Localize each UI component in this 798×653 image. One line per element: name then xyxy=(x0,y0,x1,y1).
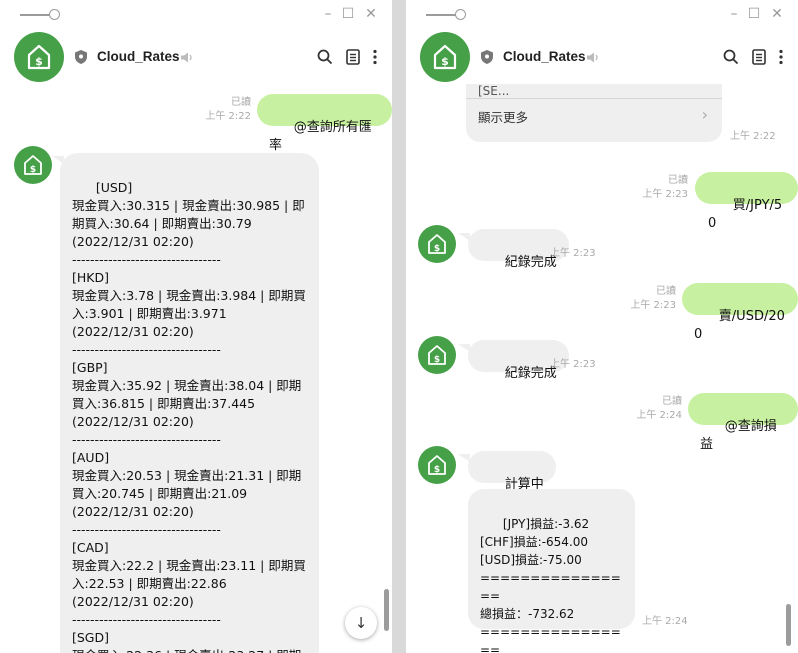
chat-title: Cloud_Rates xyxy=(97,49,180,64)
message-text: 紀錄完成 xyxy=(504,366,557,381)
bot-avatar[interactable]: $ xyxy=(418,336,456,374)
profit-loss-result-text: [JPY]損益:-3.62 [CHF]損益:-654.00 [USD]損益:-7… xyxy=(480,517,621,653)
read-receipt: 已讀 xyxy=(668,175,688,186)
message-time: 上午 2:24 xyxy=(642,616,688,627)
more-vertical-icon[interactable] xyxy=(366,48,384,66)
divider xyxy=(466,98,722,99)
message-meta: 已讀 上午 2:24 xyxy=(626,395,682,423)
message-meta: 已讀 上午 2:22 xyxy=(195,96,251,124)
incoming-message[interactable]: 計算中 xyxy=(468,451,556,492)
message-time: 上午 2:23 xyxy=(630,300,676,311)
more-vertical-icon[interactable] xyxy=(772,48,790,66)
bot-avatar[interactable]: $ xyxy=(14,32,64,82)
house-dollar-icon: $ xyxy=(433,44,457,70)
scroll-down-button[interactable]: ↓ xyxy=(345,607,377,639)
maximize-icon[interactable]: ☐ xyxy=(746,6,762,22)
message-text: @查詢所有匯率 xyxy=(269,120,372,153)
search-icon[interactable] xyxy=(722,48,740,66)
arrow-down-icon: ↓ xyxy=(354,614,368,632)
message-time: 上午 2:23 xyxy=(642,189,688,200)
bot-avatar[interactable]: $ xyxy=(418,225,456,263)
bot-avatar[interactable]: $ xyxy=(418,446,456,484)
message-time: 上午 2:23 xyxy=(550,359,596,370)
notes-icon[interactable] xyxy=(344,48,362,66)
bubble-tail xyxy=(364,97,376,105)
exchange-rates-text: [USD] 現金買入:30.315 | 現金賣出:30.985 | 即期買入:3… xyxy=(72,180,306,653)
opacity-slider-knob[interactable] xyxy=(455,9,466,20)
house-dollar-icon: $ xyxy=(24,155,42,175)
close-icon[interactable]: ✕ xyxy=(769,6,785,22)
title-bar: – ☐ ✕ xyxy=(406,0,798,30)
message-time: 上午 2:24 xyxy=(636,410,682,421)
shield-icon xyxy=(481,50,493,64)
outgoing-message[interactable]: @查詢損益 xyxy=(688,393,798,452)
house-dollar-icon: $ xyxy=(27,44,51,70)
truncated-message-card[interactable]: [SE... 顯示更多 › xyxy=(466,84,722,142)
read-receipt: 已讀 xyxy=(231,97,251,108)
bot-avatar[interactable]: $ xyxy=(14,146,52,184)
bubble-tail xyxy=(768,397,780,405)
scrollbar-thumb[interactable] xyxy=(786,604,791,646)
message-time: 上午 2:22 xyxy=(730,131,776,142)
house-dollar-icon: $ xyxy=(428,345,446,365)
bubble-tail xyxy=(768,287,780,295)
maximize-icon[interactable]: ☐ xyxy=(340,6,356,22)
svg-text:$: $ xyxy=(441,55,449,68)
chat-title: Cloud_Rates xyxy=(503,49,586,64)
title-bar: – ☐ ✕ xyxy=(0,0,392,30)
chat-window-right: – ☐ ✕ $ Cloud_Rates [SE... 顯示更多 › 上午 2:2… xyxy=(406,0,798,653)
message-feed[interactable]: [SE... 顯示更多 › 上午 2:22 已讀 上午 2:23 買/JPY/5… xyxy=(406,84,798,653)
svg-text:$: $ xyxy=(30,165,36,175)
house-dollar-icon: $ xyxy=(428,234,446,254)
speaker-icon xyxy=(181,52,192,63)
outgoing-message[interactable]: 賣/USD/200 xyxy=(682,283,798,342)
message-meta: 已讀 上午 2:23 xyxy=(620,285,676,313)
house-dollar-icon: $ xyxy=(428,455,446,475)
message-text: 紀錄完成 xyxy=(504,255,557,270)
message-time: 上午 2:22 xyxy=(205,111,251,122)
message-meta: 已讀 上午 2:23 xyxy=(632,174,688,202)
opacity-slider-knob[interactable] xyxy=(49,9,60,20)
chat-window-left: – ☐ ✕ $ Cloud_Rates 已讀 上午 2:22 @查詢所有匯率 $… xyxy=(0,0,392,653)
close-icon[interactable]: ✕ xyxy=(363,6,379,22)
speaker-icon xyxy=(587,52,598,63)
chat-header: $ Cloud_Rates xyxy=(406,30,798,84)
bubble-tail xyxy=(768,176,780,184)
svg-text:$: $ xyxy=(434,244,440,254)
minimize-icon[interactable]: – xyxy=(726,6,742,22)
bot-avatar[interactable]: $ xyxy=(420,32,470,82)
chevron-right-icon[interactable]: › xyxy=(702,105,708,124)
search-icon[interactable] xyxy=(316,48,334,66)
shield-icon xyxy=(75,50,87,64)
show-more-link[interactable]: 顯示更多 xyxy=(478,107,528,126)
minimize-icon[interactable]: – xyxy=(320,6,336,22)
outgoing-message[interactable]: 買/JPY/50 xyxy=(695,172,798,231)
read-receipt: 已讀 xyxy=(656,286,676,297)
svg-text:$: $ xyxy=(35,55,43,68)
message-text: @查詢損益 xyxy=(700,419,777,452)
svg-text:$: $ xyxy=(434,355,440,365)
svg-text:$: $ xyxy=(434,465,440,475)
message-time: 上午 2:23 xyxy=(550,248,596,259)
incoming-message[interactable]: [JPY]損益:-3.62 [CHF]損益:-654.00 [USD]損益:-7… xyxy=(468,489,635,653)
message-feed[interactable]: 已讀 上午 2:22 @查詢所有匯率 $ [USD] 現金買入:30.315 |… xyxy=(0,84,392,653)
chat-header: $ Cloud_Rates xyxy=(0,30,392,84)
message-text: 買/JPY/50 xyxy=(708,198,783,231)
truncated-text: [SE... xyxy=(478,84,510,98)
notes-icon[interactable] xyxy=(750,48,768,66)
message-text: 賣/USD/200 xyxy=(694,309,785,342)
scrollbar-thumb[interactable] xyxy=(384,589,389,631)
read-receipt: 已讀 xyxy=(662,396,682,407)
incoming-message[interactable]: [USD] 現金買入:30.315 | 現金賣出:30.985 | 即期買入:3… xyxy=(60,153,319,653)
